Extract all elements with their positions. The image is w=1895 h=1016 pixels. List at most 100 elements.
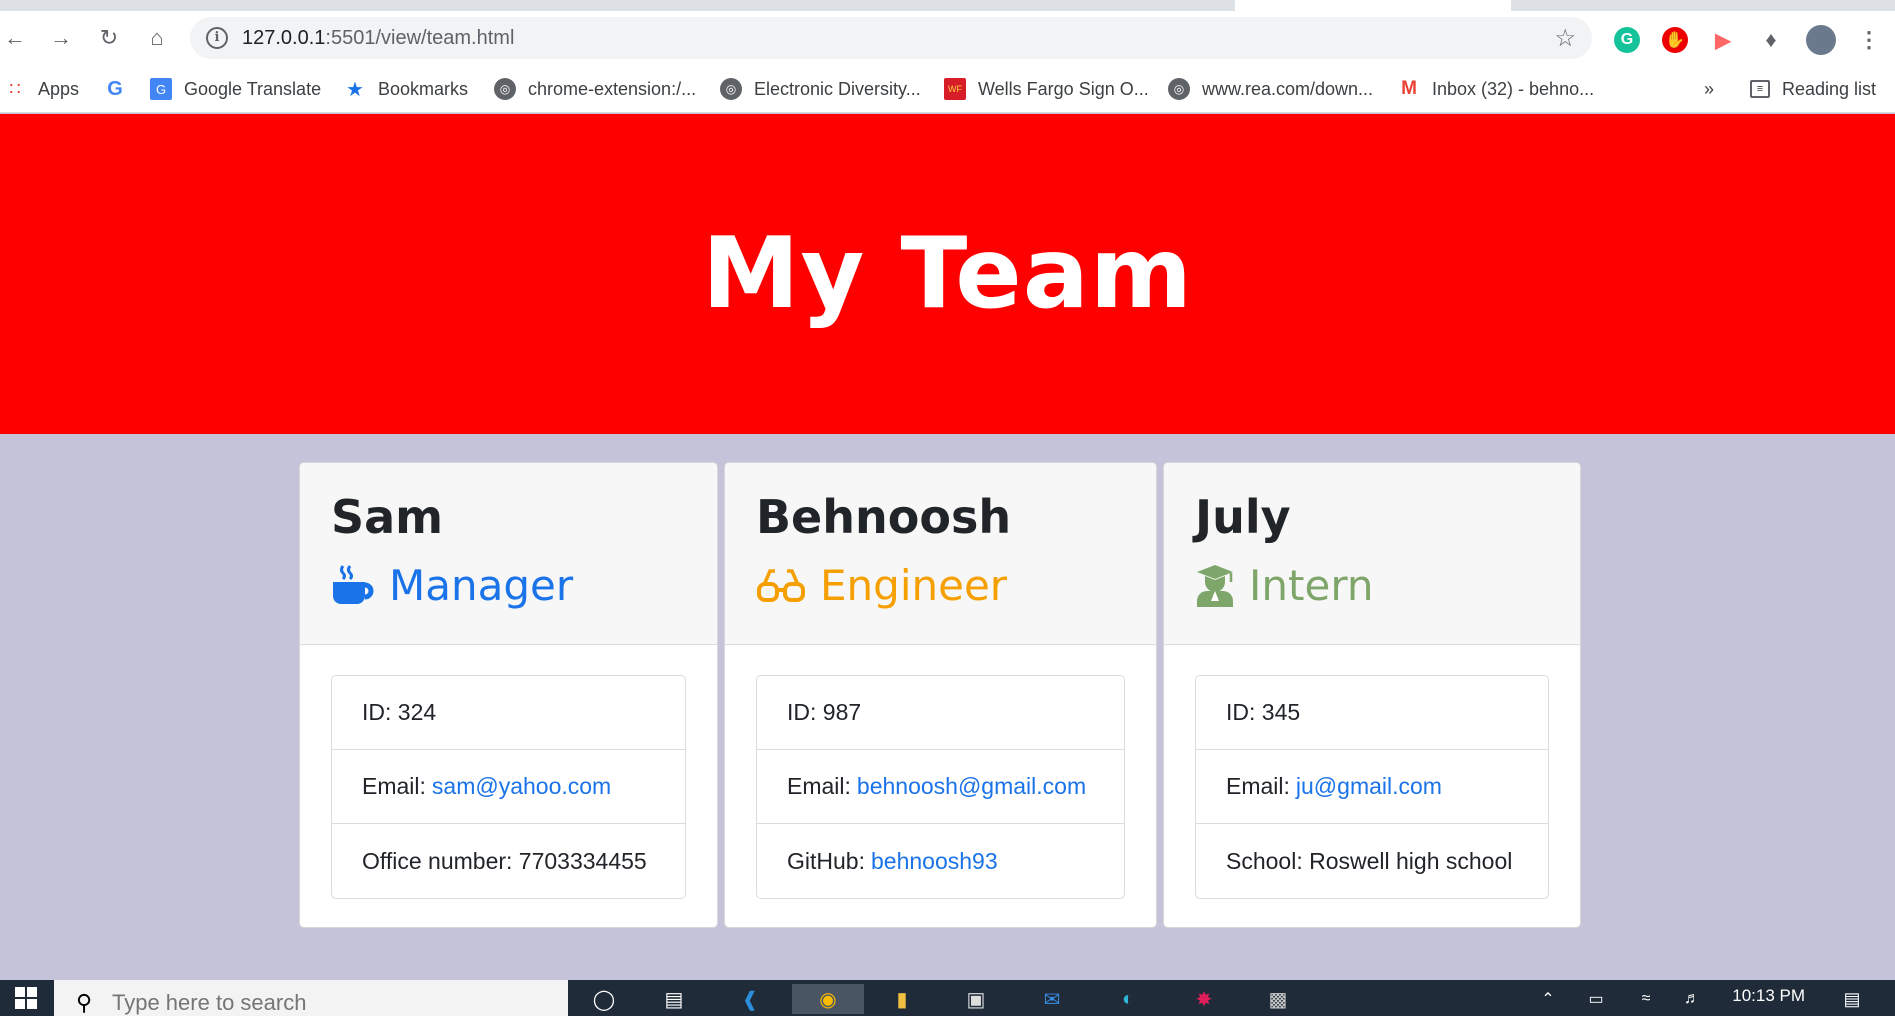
url-path: :5501/view/team.html <box>325 27 515 49</box>
graduate-icon <box>1197 565 1233 607</box>
email-label: Email: <box>1226 773 1290 799</box>
employee-email-row: Email: sam@yahoo.com <box>332 750 685 824</box>
home-icon[interactable]: ⌂ <box>142 23 172 53</box>
address-bar[interactable]: i 127.0.0.1:5501/view/team.html ☆ <box>190 17 1592 59</box>
bookmark-label: chrome-extension:/... <box>528 78 697 99</box>
bookmark-wells-fargo[interactable]: WF Wells Fargo Sign O... <box>944 77 1149 101</box>
office-number: Office number: 7703334455 <box>362 847 647 874</box>
bookmark-bookmarks[interactable]: ★ Bookmarks <box>344 77 468 101</box>
task-view-icon[interactable]: ▤ <box>654 984 694 1014</box>
employee-id: ID: 324 <box>332 676 685 750</box>
gmail-icon: M <box>1401 78 1417 99</box>
active-tab[interactable] <box>1235 0 1511 11</box>
notifications-icon[interactable]: ▤ <box>1832 984 1872 1014</box>
file-explorer-icon[interactable]: ▮ <box>882 984 922 1014</box>
employee-id: ID: 345 <box>1196 676 1548 750</box>
glasses-icon <box>757 569 805 602</box>
employee-email-row: Email: ju@gmail.com <box>1196 750 1548 824</box>
apps-grid-icon: ∷ <box>9 78 21 99</box>
star-icon: ★ <box>346 78 364 101</box>
school-row: School: Roswell high school <box>1226 847 1513 874</box>
wells-fargo-icon: WF <box>944 78 966 100</box>
role-label: Manager <box>389 560 574 610</box>
bookmark-label: Wells Fargo Sign O... <box>978 78 1149 99</box>
card-header: Sam Manager <box>300 463 717 645</box>
browser-toolbar: ← → ↻ ⌂ i 127.0.0.1:5501/view/team.html … <box>0 11 1895 65</box>
windows-start-icon[interactable] <box>0 980 52 1016</box>
grammarly-icon[interactable]: G <box>1614 27 1640 53</box>
bookmark-label: www.rea.com/down... <box>1202 78 1374 99</box>
terminal-icon[interactable]: ▩ <box>1258 984 1298 1014</box>
github-row: GitHub: behnoosh93 <box>757 824 1124 898</box>
adblock-icon[interactable]: ✋ <box>1662 27 1688 53</box>
employee-id: ID: 987 <box>757 676 1124 750</box>
employee-details-list: ID: 324 Email: sam@yahoo.com Office numb… <box>331 675 686 899</box>
tray-chevron-icon[interactable]: ⌃ <box>1528 984 1568 1014</box>
reading-list-label: Reading list <box>1782 78 1877 99</box>
bookmark-apps[interactable]: ∷ Apps <box>4 77 79 101</box>
profile-avatar[interactable] <box>1806 25 1836 55</box>
bookmark-gmail-inbox[interactable]: M Inbox (32) - behno... <box>1398 77 1594 101</box>
forward-icon[interactable]: → <box>46 23 76 53</box>
bookmark-label: Bookmarks <box>378 78 469 99</box>
mail-icon[interactable]: ✉ <box>1032 984 1072 1014</box>
extensions-puzzle-icon[interactable]: ♦ <box>1758 27 1784 53</box>
card-header: July Intern <box>1164 463 1580 645</box>
tab-strip <box>0 0 1895 11</box>
email-label: Email: <box>362 773 426 799</box>
page-title: My Team <box>701 217 1194 331</box>
site-info-icon[interactable]: i <box>206 27 228 49</box>
store-icon[interactable]: ▣ <box>956 984 996 1014</box>
employee-card-engineer: Behnoosh Engineer ID: 987 Email: behnoos… <box>724 462 1157 928</box>
employee-card-manager: Sam Manager ID: 324 Email: sam@yahoo.com… <box>299 462 718 928</box>
employee-role: Intern <box>1195 557 1549 613</box>
github-label: GitHub: <box>787 847 865 874</box>
employee-details-list: ID: 987 Email: behnoosh@gmail.com GitHub… <box>756 675 1125 899</box>
slack-icon[interactable]: ✸ <box>1184 984 1224 1014</box>
email-link[interactable]: ju@gmail.com <box>1296 773 1442 800</box>
taskbar-search-input[interactable] <box>112 990 512 1016</box>
email-label: Email: <box>787 773 851 799</box>
edge-icon[interactable]: ◐ <box>1108 984 1148 1014</box>
reload-icon[interactable]: ↻ <box>94 23 124 53</box>
employee-name: July <box>1195 490 1291 544</box>
bookmark-google[interactable]: G <box>104 77 138 101</box>
employee-name: Behnoosh <box>756 490 1012 544</box>
bookmark-label: Google Translate <box>184 78 322 99</box>
url-host: 127.0.0.1 <box>242 27 326 49</box>
reading-list-button[interactable]: ≡ Reading list <box>1750 77 1876 101</box>
url-text[interactable]: 127.0.0.1:5501/view/team.html <box>242 27 514 50</box>
role-label: Intern <box>1249 560 1374 610</box>
bookmarks-overflow-button[interactable]: » <box>1704 77 1714 101</box>
bookmark-chrome-extension[interactable]: ◎ chrome-extension:/... <box>494 77 696 101</box>
vscode-icon[interactable]: ❰ <box>730 984 770 1014</box>
windows-taskbar: ⚲ ◯ ▤ ❰ ◉ ▮ ▣ ✉ ◐ ✸ ▩ ⌃ ▭ ≈ ♬ 10:13 PM ▤ <box>0 980 1895 1016</box>
cortana-icon[interactable]: ◯ <box>584 984 624 1014</box>
email-link[interactable]: behnoosh@gmail.com <box>857 773 1086 800</box>
role-label: Engineer <box>820 560 1008 610</box>
bookmark-star-icon[interactable]: ☆ <box>1554 24 1576 53</box>
menu-kebab-icon[interactable]: ⋮ <box>1856 27 1882 53</box>
globe-icon: ◎ <box>1168 78 1190 100</box>
globe-icon: ◎ <box>720 78 742 100</box>
bookmark-label: Apps <box>38 78 80 99</box>
taskbar-clock[interactable]: 10:13 PM <box>1732 986 1805 1006</box>
github-link[interactable]: behnoosh93 <box>871 848 998 875</box>
globe-icon: ◎ <box>494 78 516 100</box>
coffee-mug-icon <box>333 565 374 604</box>
chrome-icon[interactable]: ◉ <box>792 984 864 1014</box>
wifi-icon[interactable]: ≈ <box>1626 984 1666 1014</box>
email-link[interactable]: sam@yahoo.com <box>432 773 611 800</box>
screencast-icon[interactable]: ▶ <box>1710 27 1736 53</box>
bookmark-google-translate[interactable]: G Google Translate <box>150 77 321 101</box>
employee-role: Manager <box>331 557 686 613</box>
bookmark-electronic-diversity[interactable]: ◎ Electronic Diversity... <box>720 77 921 101</box>
reading-list-icon: ≡ <box>1750 80 1770 98</box>
employee-email-row: Email: behnoosh@gmail.com <box>757 750 1124 824</box>
back-icon[interactable]: ← <box>0 23 30 53</box>
bookmark-rea[interactable]: ◎ www.rea.com/down... <box>1168 77 1373 101</box>
volume-icon[interactable]: ♬ <box>1672 984 1712 1014</box>
employee-role: Engineer <box>756 557 1125 613</box>
taskbar-search[interactable]: ⚲ <box>54 980 568 1016</box>
battery-icon[interactable]: ▭ <box>1576 984 1616 1014</box>
